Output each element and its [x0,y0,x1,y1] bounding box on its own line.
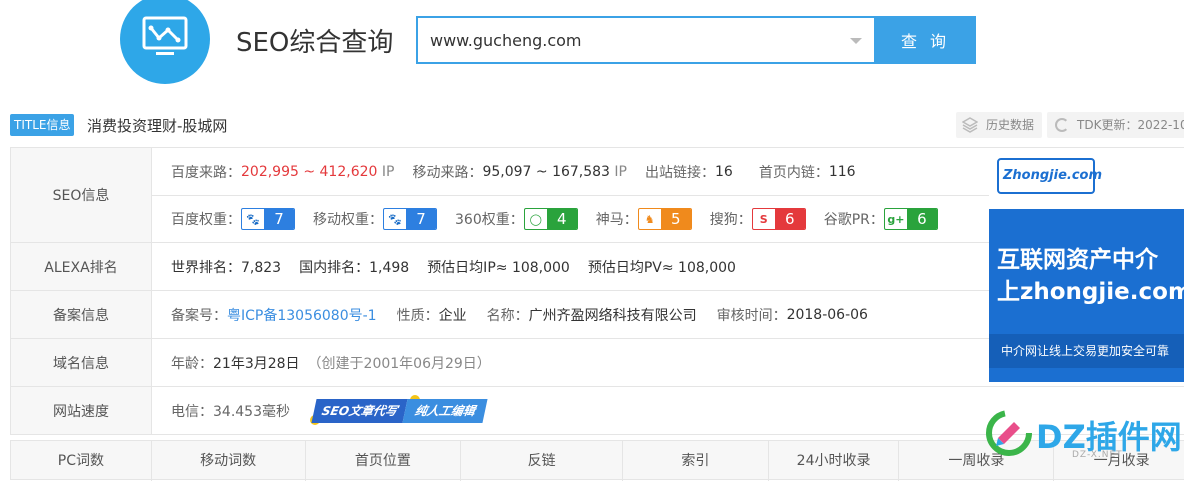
mobile-weight-label: 移动权重： [313,212,383,228]
site-title: SEO综合查询 [236,28,394,58]
col-index[interactable]: 索引 [623,441,769,481]
seo-promo-banner[interactable]: SEO文章代写 纯人工编辑 [310,394,488,425]
promo-right-text: 纯人工编辑 [402,398,488,423]
history-data-button[interactable]: 历史数据 [956,112,1042,138]
dz-logo-icon [986,410,1032,456]
age-label: 年龄： [171,355,213,372]
col-backlinks[interactable]: 反链 [461,441,623,481]
baidu-traffic-unit: IP [381,163,395,180]
homepage-links-value[interactable]: 116 [829,164,856,180]
baidu-weight-label: 百度权重： [171,212,241,228]
tdk-update-label: TDK更新：2022-10- [1077,118,1184,132]
speed-value: 电信：34.453毫秒 [171,403,290,420]
paw-icon: 🐾 [246,212,260,226]
beian-number-label: 备案号： [171,307,227,324]
outbound-value[interactable]: 16 [715,164,733,180]
domestic-rank[interactable]: 国内排名：1,498 [299,257,409,277]
baidu-weight-badge[interactable]: 🐾 7 [241,208,295,230]
created-date: （创建于2001年06月29日） [307,355,491,372]
row-label: ALEXA排名 [11,243,152,290]
monitor-chart-icon [142,16,188,55]
row-label: 域名信息 [11,339,152,386]
promo-left-text: SEO文章代写 [311,398,408,423]
ad-line2: 上zhongjie.com [997,279,1184,305]
shenma-weight-label: 神马： [595,212,638,228]
col-homepage-position[interactable]: 首页位置 [306,441,462,481]
page-title-text: 消费投资理财-股城网 [87,117,228,135]
site-logo[interactable] [120,0,210,84]
zhongjie-ad-banner[interactable]: Zhongjie.com 互联网资产中介 上zhongjie.com 中介网让线… [989,148,1184,382]
google-pr-badge[interactable]: g+ 6 [883,208,938,230]
dz-watermark-sub: DZ-X.NET [1072,450,1123,460]
daily-ip: 预估日均IP≈ 108,000 [427,259,570,276]
dz-watermark: DZ插件网 DZ-X.NET [984,408,1184,470]
daily-pv: 预估日均PV≈ 108,000 [587,259,736,276]
nature-value: 企业 [438,307,467,324]
tdk-update-button[interactable]: TDK更新：2022-10- [1047,112,1184,138]
google-plus-icon: g+ [887,212,905,226]
title-tag: TITLE信息 [10,114,75,136]
shenma-icon: ♞ [644,212,655,226]
360-weight-badge[interactable]: ◯ 4 [523,208,578,230]
mobile-traffic-label: 移动来路： [412,164,483,181]
row-label: 备案信息 [11,291,152,338]
row-label: 网站速度 [11,387,152,434]
mobile-traffic-unit: IP [614,163,627,180]
world-rank[interactable]: 世界排名：7,823 [171,257,281,277]
company-name-value: 广州齐盈网络科技有限公司 [528,307,697,324]
layers-icon [962,117,978,133]
ad-top: Zhongjie.com [989,148,1184,209]
google-pr-label: 谷歌PR： [823,212,884,228]
sogou-weight-badge[interactable]: S6 [751,208,806,230]
search-button[interactable]: 查 询 [875,16,976,64]
paw-icon: 🐾 [388,212,402,226]
company-name-label: 名称： [486,307,529,324]
360-weight-label: 360权重： [455,212,524,228]
360-icon: ◯ [529,212,542,226]
sogou-icon: S [759,212,768,226]
age-value: 21年3月28日 [213,355,300,372]
nature-label: 性质： [396,307,439,324]
mobile-weight-badge[interactable]: 🐾 7 [383,208,437,230]
mobile-traffic-value[interactable]: 95,097 ~ 167,583 [482,164,610,180]
ad-line1: 互联网资产中介 [997,247,1158,273]
row-label: SEO信息 [11,148,152,242]
history-data-label: 历史数据 [986,118,1035,132]
col-mobile-words[interactable]: 移动词数 [152,441,306,481]
baidu-traffic-label: 百度来路： [171,164,241,181]
dropdown-caret-icon[interactable] [850,38,862,44]
sogou-weight-label: 搜狗： [709,212,752,228]
baidu-traffic-value[interactable]: 202,995 ~ 412,620 [241,164,377,180]
outbound-label: 出站链接： [645,164,715,181]
shenma-weight-badge[interactable]: ♞ 5 [637,208,692,230]
ad-line3: 中介网让线上交易更加安全可靠 [989,334,1184,368]
homepage-links-label: 首页内链： [758,164,829,181]
search-box[interactable] [416,16,876,64]
beian-number-link[interactable]: 粤ICP备13056080号-1 [227,305,377,325]
ad-logo: Zhongjie.com [997,158,1102,194]
audit-time-value: 2018-06-06 [786,306,868,323]
col-24h-indexed[interactable]: 24小时收录 [769,441,900,481]
search-input[interactable] [418,18,838,62]
audit-time-label: 审核时间： [716,307,787,324]
col-pc-words[interactable]: PC词数 [11,441,152,481]
refresh-icon [1055,118,1069,132]
